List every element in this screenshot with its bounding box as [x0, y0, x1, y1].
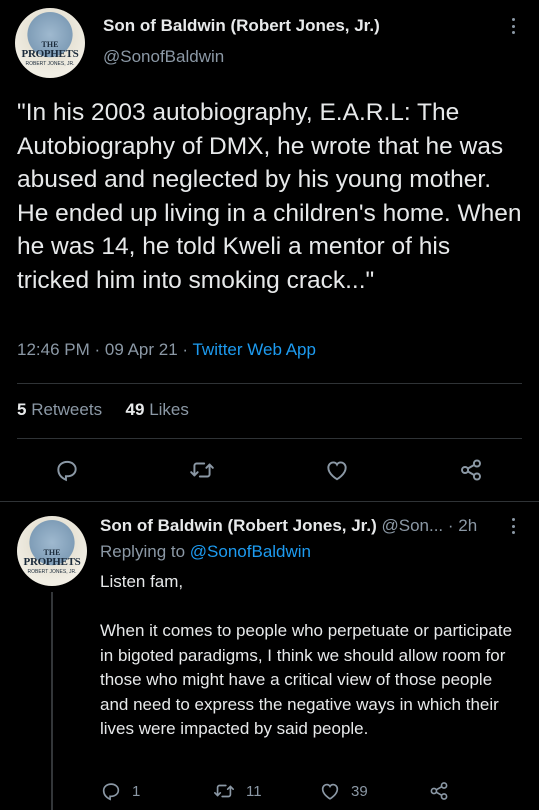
avatar[interactable]: THE PROPHETS ROBERT JONES, JR. — [15, 8, 85, 78]
likes-stat[interactable]: 49 Likes — [126, 400, 189, 419]
reply-retweet-button[interactable]: 11 — [212, 780, 262, 802]
tweet-source-link[interactable]: Twitter Web App — [192, 340, 315, 359]
retweet-count: 11 — [246, 782, 262, 800]
reply-paragraph: Listen fam, — [100, 572, 184, 591]
share-icon — [461, 459, 481, 481]
avatar[interactable]: THE PROPHETS ROBERT JONES, JR. — [17, 516, 87, 586]
reply-author-name[interactable]: Son of Baldwin (Robert Jones, Jr.) — [100, 516, 377, 535]
reply-share-button[interactable] — [428, 780, 460, 802]
reply-button[interactable] — [52, 455, 82, 485]
reply-header: Son of Baldwin (Robert Jones, Jr.) @Son.… — [100, 516, 478, 535]
reply-like-button[interactable]: 39 — [319, 780, 368, 802]
avatar-text-author: ROBERT JONES, JR. — [25, 61, 75, 67]
share-button[interactable] — [456, 455, 486, 485]
reply-text: Listen fam, When it comes to people who … — [100, 570, 520, 766]
reply-count: 1 — [132, 782, 141, 800]
more-icon[interactable] — [503, 516, 523, 536]
avatar-text-prophets: PROPHETS — [21, 48, 79, 60]
thread-line — [51, 592, 53, 810]
tweet-date: 09 Apr 21 — [104, 340, 178, 359]
author-handle[interactable]: @SonofBaldwin — [103, 47, 224, 67]
reply-icon — [57, 460, 77, 482]
tweet-meta: 12:46 PM · 09 Apr 21 · Twitter Web App — [17, 340, 316, 359]
tweet-stats: 5 Retweets 49 Likes — [17, 400, 189, 420]
retweet-icon — [214, 784, 234, 798]
reply-icon — [102, 783, 120, 801]
more-icon[interactable] — [503, 16, 523, 36]
tweet-text: "In his 2003 autobiography, E.A.R.L: The… — [17, 99, 522, 294]
like-count: 39 — [351, 782, 368, 800]
replying-to-mention[interactable]: @SonofBaldwin — [190, 542, 311, 561]
reply-tweet[interactable]: THE PROPHETS ROBERT JONES, JR. Son of Ba… — [0, 502, 539, 810]
like-icon — [327, 461, 347, 481]
divider — [17, 438, 522, 439]
reply-author-handle[interactable]: @Son... — [381, 516, 443, 535]
main-tweet: THE PROPHETS ROBERT JONES, JR. Son of Ba… — [0, 0, 539, 502]
replying-to: Replying to @SonofBaldwin — [100, 542, 312, 561]
avatar-text-author: ROBERT JONES, JR. — [27, 569, 77, 575]
avatar-text-prophets: PROPHETS — [23, 556, 81, 568]
like-button[interactable] — [322, 455, 352, 485]
retweets-stat[interactable]: 5 Retweets — [17, 400, 102, 419]
reply-time[interactable]: 2h — [458, 516, 477, 535]
retweet-button[interactable] — [187, 455, 217, 485]
share-icon — [430, 782, 448, 800]
author-name[interactable]: Son of Baldwin (Robert Jones, Jr.) — [103, 16, 380, 36]
retweet-icon — [190, 462, 214, 478]
reply-paragraph: When it comes to people who perpetuate o… — [100, 621, 513, 738]
reply-reply-button[interactable]: 1 — [100, 780, 140, 802]
divider — [17, 383, 522, 384]
like-icon — [321, 783, 339, 800]
tweet-time: 12:46 PM — [17, 340, 90, 359]
